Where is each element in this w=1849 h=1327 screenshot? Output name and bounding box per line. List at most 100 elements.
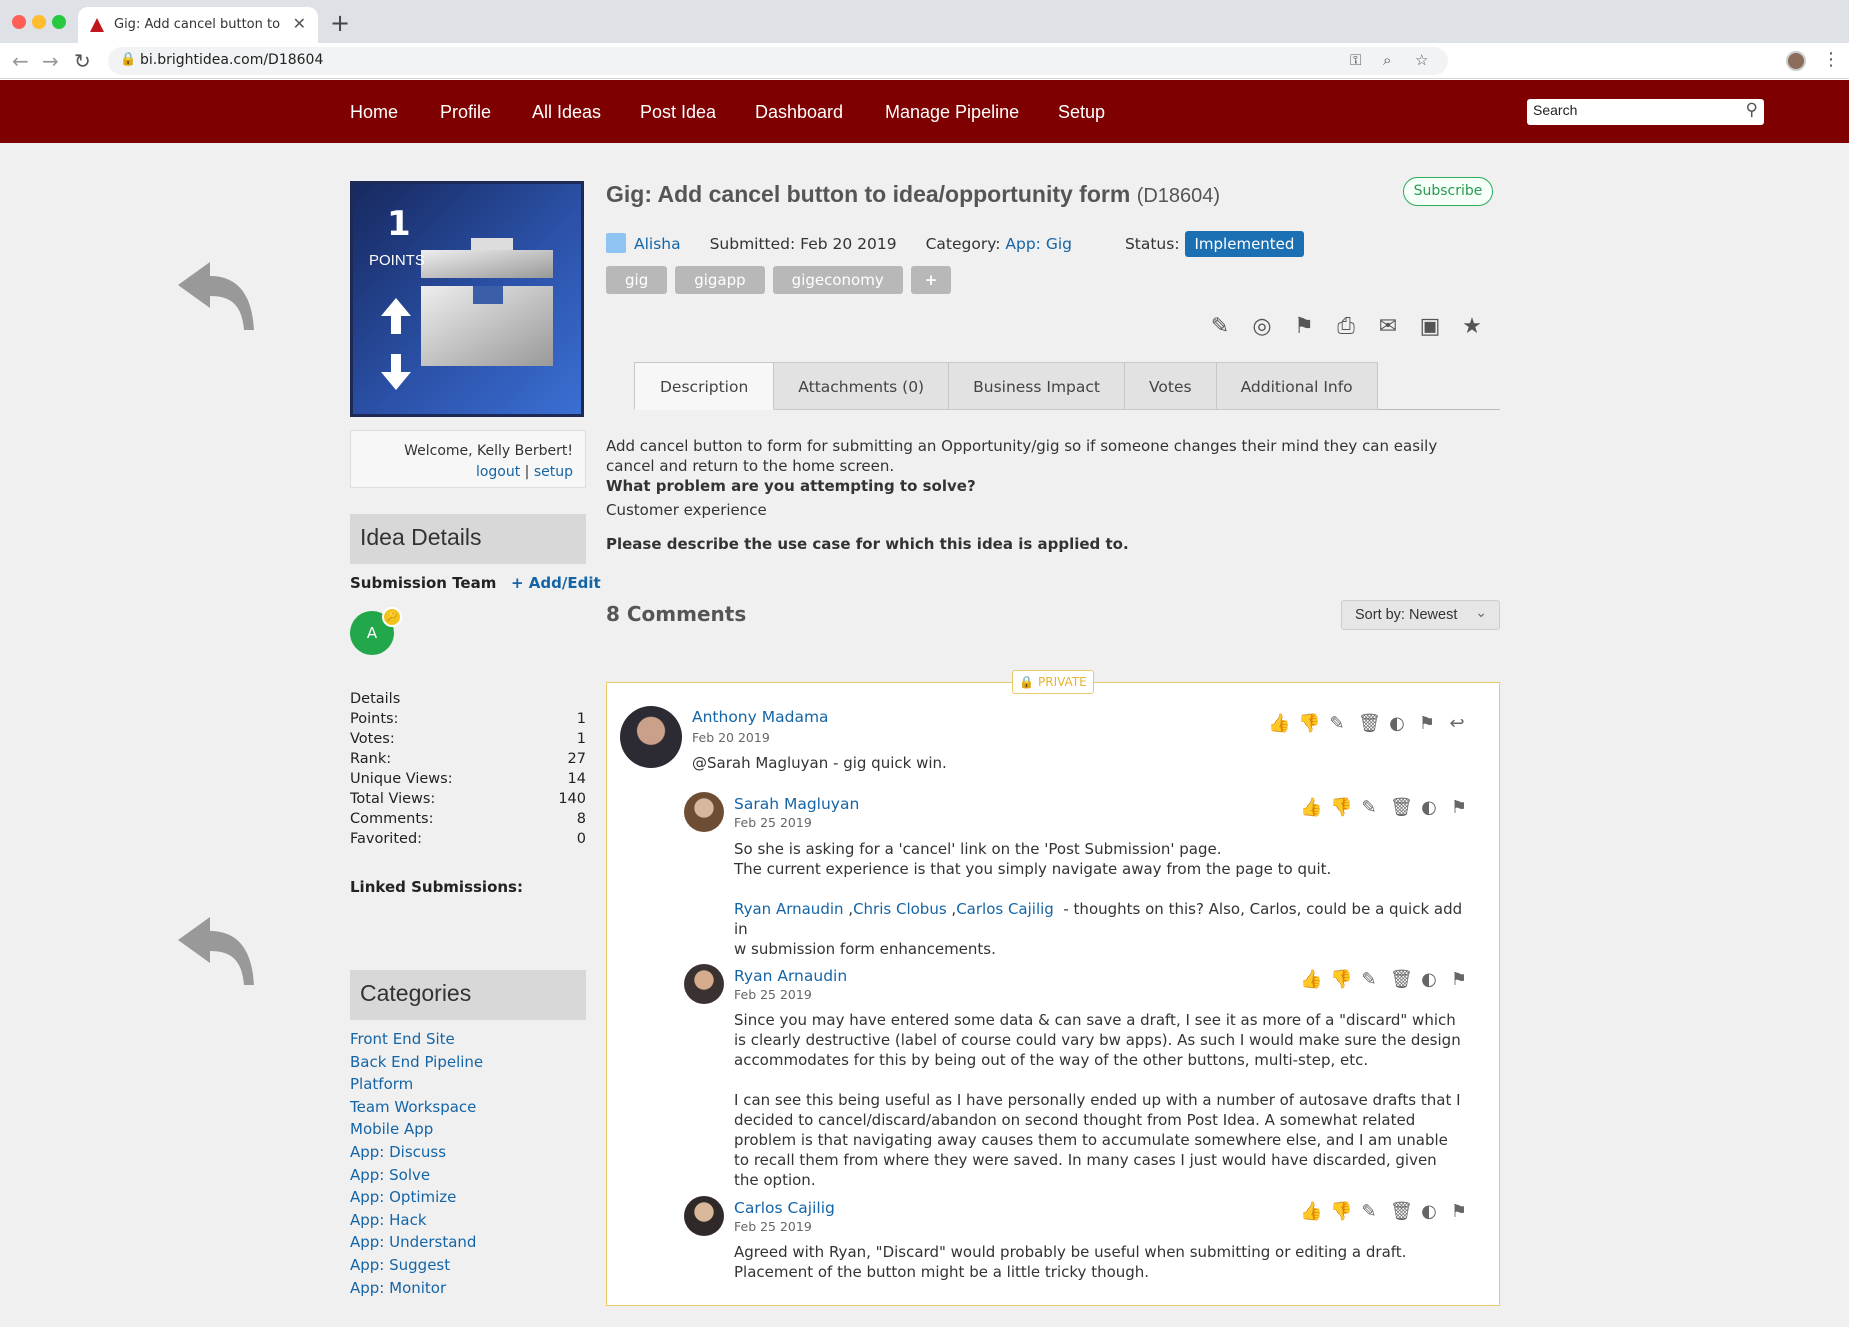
category-value-link[interactable]: App: Gig xyxy=(1005,235,1072,253)
edit-icon[interactable]: ✎ xyxy=(1360,969,1378,990)
thumbs-up-icon[interactable]: 👍 xyxy=(1268,713,1290,734)
back-nav-icon[interactable]: ← xyxy=(12,49,29,73)
address-bar[interactable]: 🔒 bi.brightidea.com/D18604 xyxy=(108,47,1448,75)
flag-icon[interactable]: ⚑ xyxy=(1450,797,1468,818)
edit-icon[interactable]: ✎ xyxy=(1207,314,1233,340)
category-link[interactable]: App: Hack xyxy=(350,1211,427,1229)
category-link[interactable]: App: Optimize xyxy=(350,1188,456,1206)
category-link[interactable]: Team Workspace xyxy=(350,1098,476,1116)
print-icon[interactable]: ⎙ xyxy=(1333,314,1359,340)
edit-icon[interactable]: ✎ xyxy=(1360,1201,1378,1222)
detail-row: Total Views: 140 xyxy=(350,791,586,807)
edit-icon[interactable]: ✎ xyxy=(1360,797,1378,818)
browser-tab[interactable]: Gig: Add cancel button to idea/opportuni… xyxy=(78,7,318,43)
flag-icon[interactable]: ⚑ xyxy=(1418,713,1436,734)
email-icon[interactable]: ✉ xyxy=(1375,314,1401,340)
close-window-button[interactable] xyxy=(12,15,26,29)
zoom-icon[interactable]: ⌕ xyxy=(1383,51,1391,69)
setup-link[interactable]: setup xyxy=(534,464,573,480)
thumbs-up-icon[interactable]: 👍 xyxy=(1300,797,1322,818)
back-arrow-icon[interactable] xyxy=(170,905,260,995)
search-icon[interactable]: ⚲ xyxy=(1746,100,1758,120)
trash-icon[interactable]: 🗑 xyxy=(1358,713,1381,734)
hide-icon[interactable]: ◎ xyxy=(1249,314,1275,340)
mention-link[interactable]: Chris Clobus xyxy=(853,900,947,918)
trash-icon[interactable]: 🗑 xyxy=(1390,1201,1413,1222)
nav-manage-pipeline[interactable]: Manage Pipeline xyxy=(885,102,1019,123)
nav-all-ideas[interactable]: All Ideas xyxy=(532,102,601,123)
comment-author[interactable]: Anthony Madama xyxy=(692,708,829,726)
comment-author[interactable]: Sarah Magluyan xyxy=(734,795,859,813)
add-edit-team-link[interactable]: + Add/Edit xyxy=(511,574,601,592)
thumbs-down-icon[interactable]: 👎 xyxy=(1298,713,1320,734)
forward-nav-icon[interactable]: → xyxy=(42,49,59,73)
comment-author[interactable]: Carlos Cajilig xyxy=(734,1199,835,1217)
flag-icon[interactable]: ⚑ xyxy=(1450,1201,1468,1222)
tab-attachments[interactable]: Attachments (0) xyxy=(774,362,950,410)
contrast-icon[interactable]: ◐ xyxy=(1420,969,1438,990)
tab-description[interactable]: Description xyxy=(634,362,775,410)
browser-menu-icon[interactable]: ⋮ xyxy=(1822,49,1840,70)
category-link[interactable]: Front End Site xyxy=(350,1030,455,1048)
trash-icon[interactable]: 🗑 xyxy=(1390,969,1413,990)
contrast-icon[interactable]: ◐ xyxy=(1420,797,1438,818)
tab-additional-info[interactable]: Additional Info xyxy=(1216,362,1378,410)
flag-icon[interactable]: ⚑ xyxy=(1291,314,1317,340)
tab-close-icon[interactable]: ✕ xyxy=(293,14,306,33)
category-link[interactable]: App: Monitor xyxy=(350,1279,446,1297)
tab-business-impact[interactable]: Business Impact xyxy=(949,362,1125,410)
logout-link[interactable]: logout xyxy=(476,464,520,480)
thumbs-up-icon[interactable]: 👍 xyxy=(1300,969,1322,990)
tag-gig[interactable]: gig xyxy=(606,266,668,294)
maximize-window-button[interactable] xyxy=(52,15,66,29)
twitter-icon[interactable]: ▣ xyxy=(1417,314,1443,340)
category-link[interactable]: App: Discuss xyxy=(350,1143,446,1161)
comment-author[interactable]: Ryan Arnaudin xyxy=(734,967,847,985)
nav-post-idea[interactable]: Post Idea xyxy=(640,102,716,123)
mention-link[interactable]: Carlos Cajilig xyxy=(956,900,1054,918)
author-link[interactable]: Alisha xyxy=(634,235,681,253)
edit-icon[interactable]: ✎ xyxy=(1328,713,1346,734)
star-icon[interactable]: ★ xyxy=(1459,314,1485,340)
avatar[interactable] xyxy=(620,706,682,768)
mention-link[interactable]: Ryan Arnaudin xyxy=(734,900,844,918)
tag-gigeconomy[interactable]: gigeconomy xyxy=(772,266,903,294)
key-icon[interactable]: ⚿ xyxy=(1350,51,1361,69)
avatar[interactable] xyxy=(684,1196,724,1236)
vote-up-icon[interactable] xyxy=(379,296,413,336)
reply-icon[interactable]: ↩ xyxy=(1448,713,1466,734)
tab-votes[interactable]: Votes xyxy=(1125,362,1217,410)
thumbs-down-icon[interactable]: 👎 xyxy=(1330,969,1352,990)
nav-dashboard[interactable]: Dashboard xyxy=(755,102,843,123)
vote-down-icon[interactable] xyxy=(379,352,413,392)
flag-icon[interactable]: ⚑ xyxy=(1450,969,1468,990)
search-input[interactable] xyxy=(1533,102,1723,118)
contrast-icon[interactable]: ◐ xyxy=(1388,713,1406,734)
nav-setup[interactable]: Setup xyxy=(1058,102,1105,123)
subscribe-button[interactable]: Subscribe xyxy=(1403,177,1493,206)
thumbs-down-icon[interactable]: 👎 xyxy=(1330,797,1352,818)
thumbs-up-icon[interactable]: 👍 xyxy=(1300,1201,1322,1222)
contrast-icon[interactable]: ◐ xyxy=(1420,1201,1438,1222)
new-tab-button[interactable]: + xyxy=(330,9,350,37)
avatar[interactable] xyxy=(684,964,724,1004)
category-link[interactable]: Platform xyxy=(350,1075,413,1093)
add-tag-button[interactable]: + xyxy=(910,266,952,294)
nav-profile[interactable]: Profile xyxy=(440,102,491,123)
back-arrow-icon[interactable] xyxy=(170,250,260,340)
trash-icon[interactable]: 🗑 xyxy=(1390,797,1413,818)
category-link[interactable]: App: Solve xyxy=(350,1166,430,1184)
category-link[interactable]: App: Suggest xyxy=(350,1256,450,1274)
bookmark-star-icon[interactable]: ☆ xyxy=(1415,51,1428,69)
category-link[interactable]: Mobile App xyxy=(350,1120,433,1138)
nav-home[interactable]: Home xyxy=(350,102,398,123)
category-link[interactable]: Back End Pipeline xyxy=(350,1053,483,1071)
category-link[interactable]: App: Understand xyxy=(350,1233,476,1251)
avatar[interactable] xyxy=(684,792,724,832)
minimize-window-button[interactable] xyxy=(32,15,46,29)
reload-icon[interactable]: ↻ xyxy=(74,49,91,73)
thumbs-down-icon[interactable]: 👎 xyxy=(1330,1201,1352,1222)
tag-gigapp[interactable]: gigapp xyxy=(675,266,765,294)
sort-dropdown[interactable]: Sort by: Newest ⌄ xyxy=(1341,600,1500,630)
browser-profile-avatar[interactable] xyxy=(1786,51,1806,71)
